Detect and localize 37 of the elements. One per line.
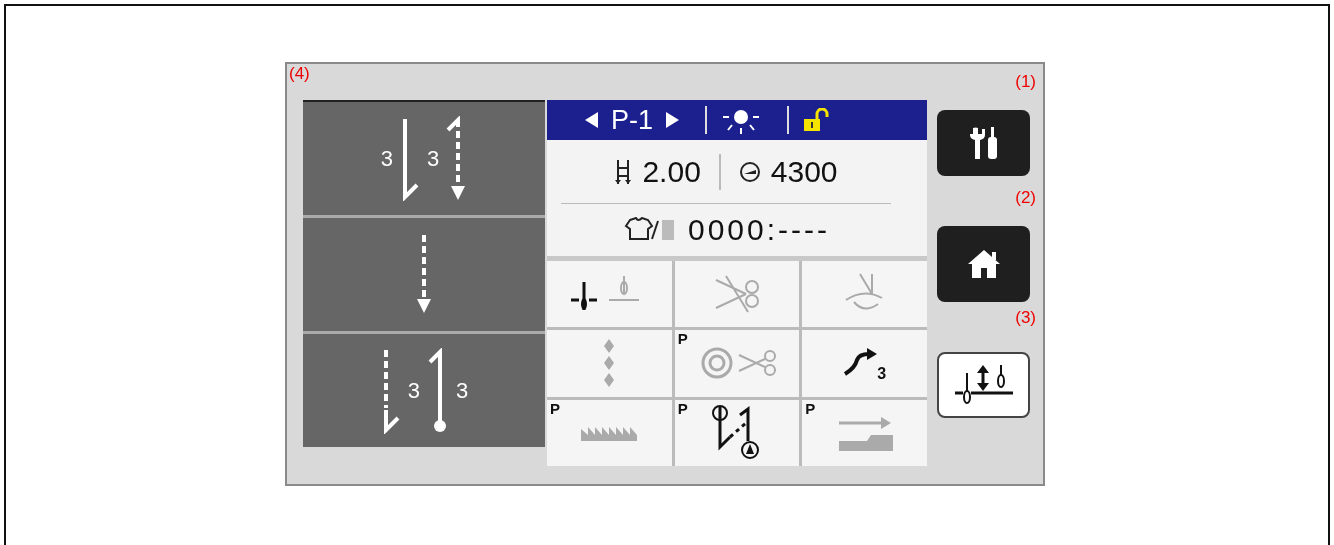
function-key[interactable]: P	[547, 399, 672, 466]
needle-up-down-button[interactable]	[937, 352, 1030, 418]
program-number: P-1	[611, 104, 654, 136]
sewing-mode-button[interactable]: 3 3	[303, 102, 545, 218]
needle-up-down-icon	[952, 365, 1015, 405]
callout-label: (2)	[1015, 188, 1036, 208]
speed-gauge-icon	[738, 160, 761, 183]
count-label: 3	[456, 377, 469, 404]
callout-label: (4)	[289, 64, 310, 84]
count-label: 3	[407, 377, 420, 404]
program-mark: P	[677, 330, 688, 348]
count-label: 3	[877, 364, 887, 383]
previous-arrow-icon[interactable]	[585, 112, 599, 128]
next-arrow-icon[interactable]	[665, 112, 680, 128]
function-key[interactable]: 3	[802, 330, 927, 397]
function-key[interactable]	[547, 261, 672, 328]
count-label: 3	[380, 145, 393, 172]
stitch-length-icon	[614, 159, 633, 184]
program-mark: P	[550, 399, 560, 417]
callout-label: (1)	[1015, 72, 1036, 92]
program-mark: P	[677, 399, 688, 417]
counter-value: 0000:----	[687, 213, 830, 247]
function-key[interactable]: P	[674, 330, 800, 397]
dashed-arrow-icon	[445, 115, 468, 202]
unlocked-padlock-icon[interactable]	[803, 108, 830, 132]
function-key[interactable]: P	[802, 399, 927, 466]
count-label: 3	[427, 145, 440, 172]
sewing-mode-button[interactable]: 3 3	[303, 334, 545, 447]
stitch-dots-icon	[602, 339, 617, 388]
program-mark: P	[805, 399, 816, 417]
settings-button[interactable]	[937, 110, 1030, 176]
callout-label: (3)	[1015, 308, 1036, 328]
stitch-length-value: 2.00	[642, 154, 701, 189]
step-arrow-icon	[836, 414, 893, 451]
speed-value: 4300	[770, 154, 838, 189]
home-button[interactable]	[937, 226, 1030, 302]
function-key[interactable]: P	[674, 399, 800, 466]
